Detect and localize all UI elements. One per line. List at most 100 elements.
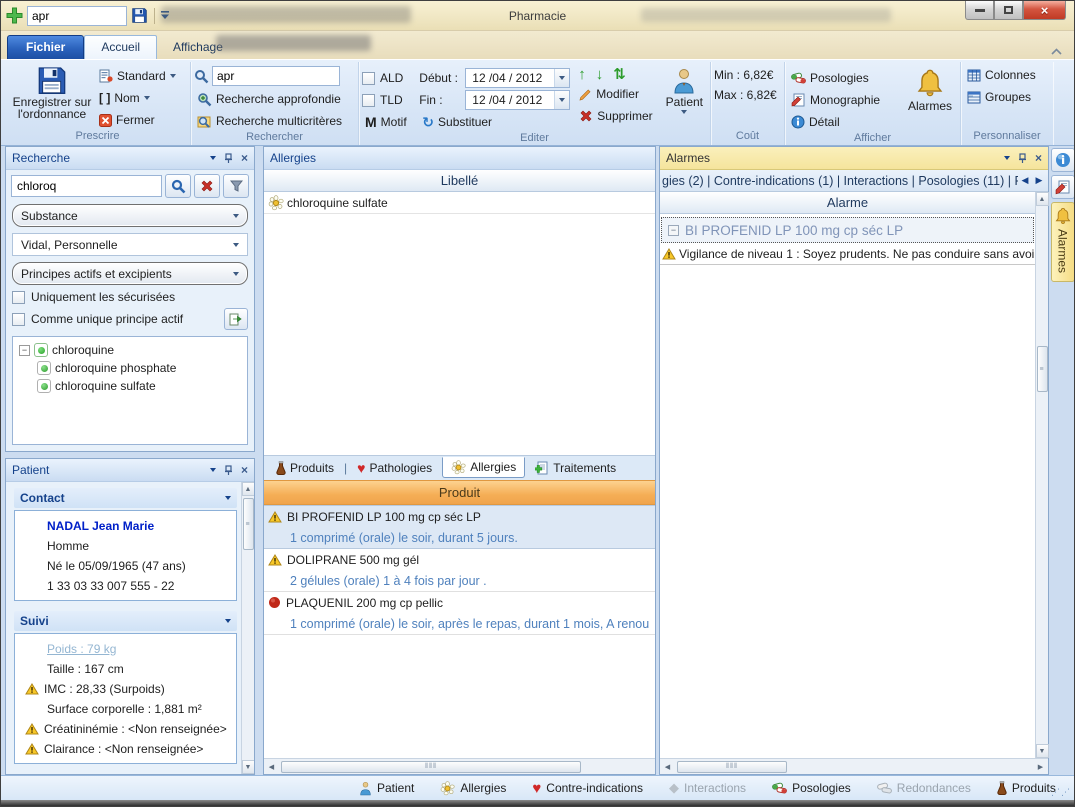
sources-dropdown[interactable]: Vidal, Personnelle: [12, 233, 248, 256]
colonnes-button[interactable]: Colonnes: [964, 65, 1039, 85]
quick-search-input[interactable]: [27, 6, 127, 26]
produit-row[interactable]: BI PROFENID LP 100 mg cp séc LP 1 compri…: [264, 505, 655, 549]
debut-date-field[interactable]: 12 /04 / 2012: [465, 68, 570, 88]
tree-node-child[interactable]: chloroquine sulfate: [15, 377, 245, 395]
alarmes-side-tab[interactable]: Alarmes: [1051, 202, 1075, 282]
substituer-button[interactable]: ↻Substituer: [419, 112, 570, 132]
alarmes-horizontal-scrollbar[interactable]: ◀ ⦀⦀⦀ ▶: [660, 758, 1048, 774]
filter-icon[interactable]: [223, 174, 249, 198]
scrollbar-thumb[interactable]: ⦀⦀⦀: [677, 761, 787, 773]
securisees-checkbox[interactable]: Uniquement les sécurisées: [6, 288, 254, 306]
save-ordonnance-button[interactable]: Enregistrer sur l'ordonnance: [8, 63, 96, 123]
close-panel-icon[interactable]: ×: [241, 463, 248, 477]
poids-link[interactable]: Poids : 79 kg: [47, 642, 116, 656]
collapse-ribbon-icon[interactable]: [1051, 48, 1062, 55]
tab-accueil[interactable]: Accueil: [84, 35, 157, 59]
scope-dropdown[interactable]: Principes actifs et excipients: [12, 262, 248, 285]
motif-button[interactable]: MMotif: [362, 112, 413, 132]
scroll-left-icon[interactable]: ◀: [660, 760, 675, 774]
monographie-rail-icon[interactable]: [1051, 175, 1075, 199]
ribbon-search-input[interactable]: [212, 66, 340, 86]
clear-search-button[interactable]: [194, 174, 220, 198]
nom-button[interactable]: [ ] Nom: [96, 88, 179, 108]
tab-pathologies[interactable]: ♥ Pathologies: [355, 458, 434, 478]
pin-icon[interactable]: [1018, 153, 1027, 164]
tld-checkbox[interactable]: TLD: [362, 90, 413, 110]
scroll-left-icon[interactable]: ◀: [264, 760, 279, 774]
recherche-approfondie-button[interactable]: Recherche approfondie: [194, 89, 344, 109]
close-panel-icon[interactable]: ×: [1035, 151, 1042, 165]
close-panel-icon[interactable]: ×: [241, 151, 248, 165]
posologies-button[interactable]: Posologies: [788, 68, 900, 88]
collapse-node-icon[interactable]: −: [19, 345, 30, 356]
produit-row[interactable]: PLAQUENIL 200 mg cp pellic 1 comprimé (o…: [264, 592, 655, 635]
alarme-row[interactable]: Vigilance de niveau 1 : Soyez prudents. …: [660, 243, 1035, 265]
scrollbar-thumb[interactable]: ≡: [243, 498, 254, 550]
collapse-group-icon[interactable]: −: [668, 225, 679, 236]
panel-menu-icon[interactable]: [210, 156, 216, 160]
tab-allergies[interactable]: Allergies: [442, 457, 525, 478]
search-type-dropdown[interactable]: Substance: [12, 204, 248, 227]
close-button[interactable]: ×: [1023, 1, 1066, 20]
patient-name[interactable]: NADAL Jean Marie: [47, 519, 154, 533]
produit-horizontal-scrollbar[interactable]: ◀ ⦀⦀⦀: [264, 758, 655, 774]
scroll-down-icon[interactable]: ▼: [242, 760, 255, 774]
suivi-section-header[interactable]: Suivi: [14, 611, 237, 631]
scrollbar-thumb[interactable]: ⦀⦀⦀: [281, 761, 581, 773]
debut-date-dropdown[interactable]: [554, 69, 569, 87]
maximize-button[interactable]: [994, 1, 1023, 20]
pin-icon[interactable]: [224, 153, 233, 164]
libelle-column-header[interactable]: Libellé: [264, 170, 655, 192]
ald-checkbox[interactable]: ALD: [362, 68, 413, 88]
search-button[interactable]: [165, 174, 191, 198]
tabs-scroll-left-icon[interactable]: ◀: [1018, 175, 1032, 186]
scrollbar-thumb[interactable]: ≡: [1037, 346, 1048, 392]
detail-sphere-icon[interactable]: [1051, 148, 1075, 172]
monographie-button[interactable]: Monographie: [788, 90, 900, 110]
alarmes-tab-strip[interactable]: gies (2) | Contre-indications (1) | Inte…: [660, 170, 1048, 192]
alarme-group-row[interactable]: − BI PROFENID LP 100 mg cp séc LP: [661, 217, 1034, 243]
scroll-down-icon[interactable]: ▼: [1036, 744, 1049, 758]
alarmes-tabs-text[interactable]: gies (2) | Contre-indications (1) | Inte…: [662, 174, 1018, 188]
panel-splitter[interactable]: [255, 146, 263, 775]
tabs-scroll-right-icon[interactable]: ▶: [1032, 175, 1046, 186]
statusbar-allergies[interactable]: Allergies: [440, 781, 506, 796]
tree-node-child[interactable]: chloroquine phosphate: [15, 359, 245, 377]
move-down-icon[interactable]: ↓: [596, 68, 604, 82]
tab-traitements[interactable]: Traitements: [533, 459, 618, 477]
alarme-column-header[interactable]: Alarme: [660, 192, 1035, 214]
add-icon[interactable]: [6, 7, 23, 24]
recherche-search-input[interactable]: [11, 175, 162, 197]
statusbar-patient[interactable]: Patient: [359, 781, 414, 796]
move-up-icon[interactable]: ↑: [578, 68, 586, 82]
modifier-button[interactable]: Modifier: [576, 84, 655, 104]
statusbar-contre-indications[interactable]: ♥ Contre-indications: [532, 780, 643, 797]
save-icon[interactable]: [131, 7, 148, 24]
patient-button[interactable]: Patient: [662, 65, 707, 117]
statusbar-posologies[interactable]: Posologies: [772, 781, 851, 795]
fin-date-field[interactable]: 12 /04 / 2012: [465, 90, 570, 110]
allergy-row[interactable]: chloroquine sulfate: [264, 192, 655, 214]
groupes-button[interactable]: Groupes: [964, 87, 1034, 107]
tree-node-root[interactable]: − chloroquine: [15, 341, 245, 359]
move-updown-icon[interactable]: ⇅: [613, 68, 626, 82]
tab-produits[interactable]: Produits: [274, 459, 336, 477]
alarmes-vertical-scrollbar[interactable]: ▲ ≡ ▼: [1035, 192, 1048, 758]
fin-date-dropdown[interactable]: [554, 91, 569, 109]
panel-menu-icon[interactable]: [210, 468, 216, 472]
minimize-button[interactable]: [965, 1, 994, 20]
supprimer-button[interactable]: Supprimer: [576, 106, 655, 126]
produit-column-header[interactable]: Produit: [264, 480, 655, 505]
contact-section-header[interactable]: Contact: [14, 488, 237, 508]
recherche-multicriteres-button[interactable]: Recherche multicritères: [194, 111, 345, 131]
statusbar-produits[interactable]: Produits: [997, 781, 1056, 795]
produit-row[interactable]: DOLIPRANE 500 mg gél 2 gélules (orale) 1…: [264, 549, 655, 592]
alarmes-button[interactable]: Alarmes: [904, 65, 956, 115]
patient-vertical-scrollbar[interactable]: ▲ ≡ ▼: [241, 482, 254, 774]
panel-menu-icon[interactable]: [1004, 156, 1010, 160]
pin-icon[interactable]: [224, 465, 233, 476]
fermer-button[interactable]: Fermer: [96, 110, 179, 130]
scroll-up-icon[interactable]: ▲: [1036, 192, 1049, 206]
scroll-up-icon[interactable]: ▲: [242, 482, 255, 496]
detail-button[interactable]: Détail: [788, 112, 900, 132]
